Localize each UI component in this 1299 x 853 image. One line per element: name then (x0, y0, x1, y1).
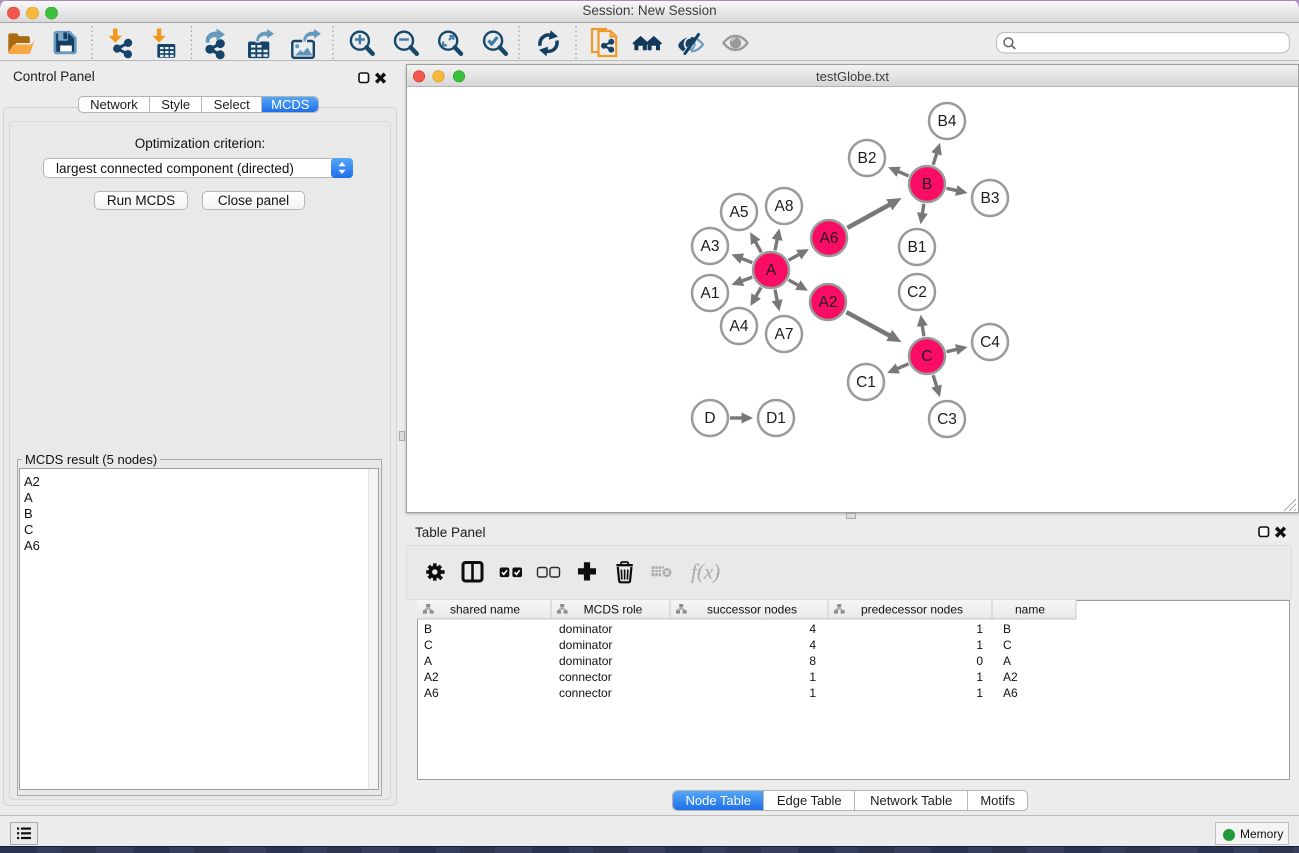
svg-text:A: A (424, 654, 432, 668)
svg-text:A8: A8 (775, 198, 794, 215)
svg-text:connector: connector (559, 686, 612, 700)
svg-text:A2: A2 (819, 294, 838, 311)
svg-text:dominator: dominator (559, 654, 612, 668)
svg-text:B4: B4 (938, 113, 957, 130)
svg-text:C: C (424, 638, 433, 652)
svg-text:C: C (921, 348, 932, 365)
svg-text:C2: C2 (907, 284, 927, 301)
svg-text:A7: A7 (775, 326, 794, 343)
svg-text:1: 1 (976, 622, 983, 636)
svg-text:C1: C1 (856, 374, 876, 391)
svg-text:1: 1 (976, 686, 983, 700)
svg-text:A3: A3 (701, 238, 720, 255)
svg-text:4: 4 (809, 622, 816, 636)
svg-text:successor nodes: successor nodes (707, 603, 797, 617)
svg-text:C: C (1003, 638, 1012, 652)
svg-text:dominator: dominator (559, 638, 612, 652)
svg-text:C4: C4 (980, 334, 1000, 351)
svg-text:A6: A6 (1003, 686, 1018, 700)
svg-text:B1: B1 (908, 239, 927, 256)
svg-text:8: 8 (809, 654, 816, 668)
svg-text:D1: D1 (766, 410, 786, 427)
svg-text:shared name: shared name (450, 603, 520, 617)
svg-text:1: 1 (809, 670, 816, 684)
svg-text:A1: A1 (701, 285, 720, 302)
svg-text:B: B (1003, 622, 1011, 636)
svg-text:B2: B2 (858, 150, 877, 167)
svg-text:B: B (922, 176, 932, 193)
svg-text:name: name (1015, 603, 1045, 617)
svg-text:C3: C3 (937, 411, 957, 428)
svg-text:1: 1 (976, 638, 983, 652)
svg-text:A2: A2 (1003, 670, 1018, 684)
svg-text:B: B (424, 622, 432, 636)
svg-text:1: 1 (809, 686, 816, 700)
svg-text:A: A (766, 262, 777, 279)
svg-text:connector: connector (559, 670, 612, 684)
svg-text:dominator: dominator (559, 622, 612, 636)
svg-text:MCDS role: MCDS role (584, 603, 643, 617)
svg-text:A6: A6 (820, 230, 839, 247)
svg-text:B3: B3 (981, 190, 1000, 207)
svg-text:1: 1 (976, 670, 983, 684)
svg-text:A4: A4 (730, 318, 749, 335)
svg-text:4: 4 (809, 638, 816, 652)
svg-text:0: 0 (976, 654, 983, 668)
svg-text:A6: A6 (424, 686, 439, 700)
svg-text:f(x): f(x) (691, 560, 720, 584)
svg-text:A2: A2 (424, 670, 439, 684)
svg-text:A: A (1003, 654, 1011, 668)
svg-text:A5: A5 (730, 204, 749, 221)
svg-text:D: D (704, 410, 715, 427)
svg-text:predecessor nodes: predecessor nodes (861, 603, 963, 617)
